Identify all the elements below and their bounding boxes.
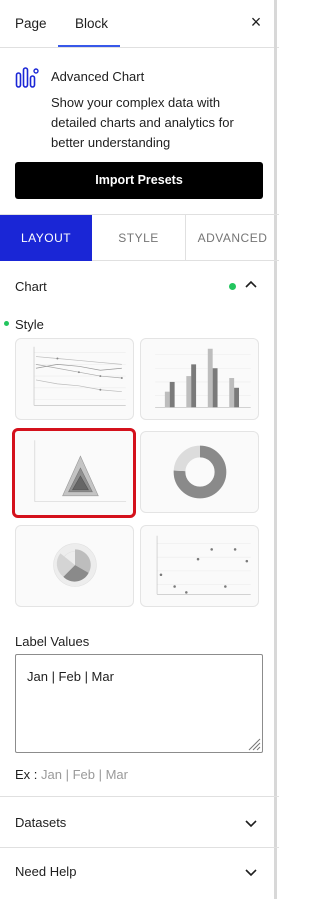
doughnut-chart-preset[interactable] <box>140 431 259 513</box>
tab-page[interactable]: Page <box>15 16 47 31</box>
datasets-accordion-title[interactable]: Datasets <box>15 815 66 830</box>
chevron-up-icon[interactable] <box>244 278 258 292</box>
scatter-chart-thumbnail-icon <box>156 535 251 595</box>
block-title: Advanced Chart <box>51 69 145 84</box>
chevron-down-icon[interactable] <box>244 816 258 830</box>
resize-handle-icon[interactable] <box>247 737 261 751</box>
chevron-down-icon[interactable] <box>244 865 258 879</box>
doughnut-chart-thumbnail-icon <box>173 445 227 499</box>
line-chart-thumbnail-icon <box>33 346 126 406</box>
status-dot <box>229 283 236 290</box>
label-values-example: Ex : Jan | Feb | Mar <box>15 767 128 782</box>
polar-area-chart-thumbnail-icon <box>53 543 97 587</box>
bar-chart-preset[interactable] <box>140 338 259 420</box>
chart-section-title[interactable]: Chart <box>15 279 47 294</box>
style-label: Style <box>15 317 44 332</box>
example-prefix: Ex : <box>15 767 42 782</box>
close-icon[interactable]: × <box>246 12 266 32</box>
tab-block[interactable]: Block <box>75 16 108 31</box>
polar-area-chart-preset[interactable] <box>15 525 134 607</box>
sidebar-header: Page Block × <box>0 0 279 48</box>
bar-chart-thumbnail-icon <box>155 348 251 408</box>
divider <box>0 796 279 797</box>
label-values-textarea[interactable]: Jan | Feb | Mar <box>15 654 263 753</box>
example-value: Jan | Feb | Mar <box>41 767 128 782</box>
radar-chart-thumbnail-icon <box>34 440 127 503</box>
chart-icon <box>15 67 39 88</box>
scrollbar[interactable] <box>274 0 277 899</box>
need-help-accordion-title[interactable]: Need Help <box>15 864 76 879</box>
style-status-dot <box>4 321 9 326</box>
scatter-chart-preset[interactable] <box>140 525 259 607</box>
label-values-title: Label Values <box>15 634 90 649</box>
tab-layout[interactable]: LAYOUT <box>0 215 92 261</box>
line-chart-preset[interactable] <box>15 338 134 420</box>
radar-chart-preset[interactable] <box>12 428 136 518</box>
tab-advanced[interactable]: ADVANCED <box>186 215 279 261</box>
active-tab-indicator <box>58 45 120 47</box>
settings-tabs: LAYOUT STYLE ADVANCED <box>0 214 279 261</box>
divider <box>0 847 279 848</box>
import-presets-button[interactable]: Import Presets <box>15 162 263 199</box>
tab-style[interactable]: STYLE <box>92 215 186 261</box>
block-description: Show your complex data with detailed cha… <box>51 95 234 150</box>
